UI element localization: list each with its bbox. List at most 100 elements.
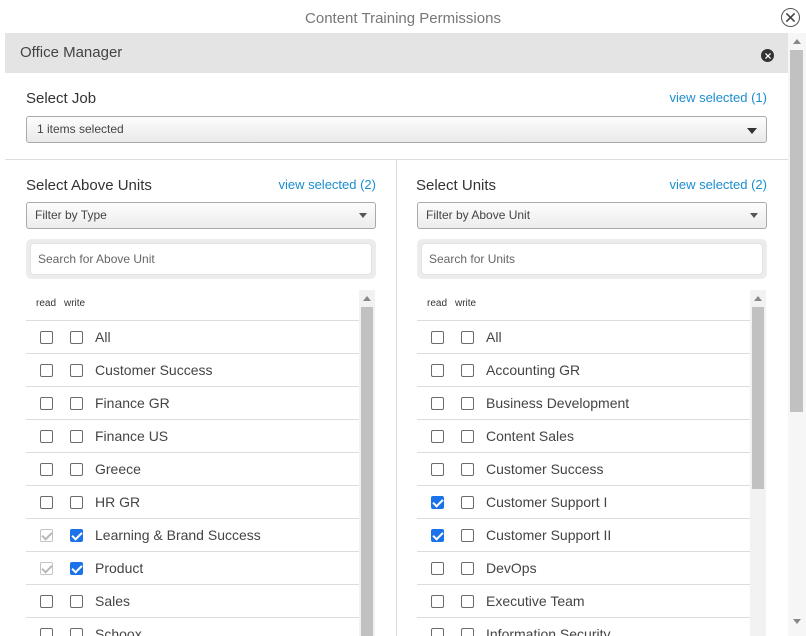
write-checkbox[interactable] — [461, 529, 474, 542]
write-checkbox[interactable] — [461, 496, 474, 509]
caret-down-icon — [750, 213, 758, 218]
above-units-view-selected-link[interactable]: view selected (2) — [230, 177, 376, 192]
write-checkbox[interactable] — [461, 628, 474, 636]
job-select-value: 1 items selected — [37, 122, 124, 136]
units-search-box — [417, 239, 767, 279]
above-units-scrollbar-thumb[interactable] — [361, 307, 373, 636]
list-item: Greece — [26, 452, 359, 485]
write-checkbox[interactable] — [70, 364, 83, 377]
list-item: Accounting GR — [417, 353, 750, 386]
write-checkbox[interactable] — [461, 397, 474, 410]
list-item: Information Security — [417, 617, 750, 636]
list-item: DevOps — [417, 551, 750, 584]
read-checkbox[interactable] — [431, 595, 444, 608]
list-item-label: HR GR — [95, 494, 141, 510]
write-checkbox[interactable] — [461, 595, 474, 608]
list-item: Customer Support II — [417, 518, 750, 551]
units-search-input[interactable] — [421, 243, 763, 275]
write-checkbox[interactable] — [461, 430, 474, 443]
panel-close-button[interactable] — [761, 49, 774, 62]
read-checkbox[interactable] — [40, 463, 53, 476]
select-above-units-label: Select Above Units — [26, 177, 152, 194]
units-list: All Accounting GR Business Development Cont… — [417, 320, 750, 636]
read-checkbox[interactable] — [431, 331, 444, 344]
read-checkbox[interactable] — [431, 562, 444, 575]
read-checkbox — [40, 562, 53, 575]
write-checkbox[interactable] — [461, 463, 474, 476]
read-checkbox[interactable] — [40, 496, 53, 509]
read-checkbox[interactable] — [40, 364, 53, 377]
read-checkbox[interactable] — [431, 364, 444, 377]
write-checkbox[interactable] — [70, 562, 83, 575]
page-scrollbar[interactable] — [788, 33, 806, 636]
list-item-label: Business Development — [486, 395, 630, 411]
list-item: Schoox — [26, 617, 359, 636]
write-checkbox[interactable] — [70, 529, 83, 542]
write-checkbox[interactable] — [70, 628, 83, 636]
list-item-label: All — [486, 329, 502, 345]
read-checkbox[interactable] — [40, 430, 53, 443]
list-item-label: Executive Team — [486, 593, 585, 609]
filter-value: Filter by Type — [35, 208, 107, 222]
read-checkbox[interactable] — [431, 628, 444, 636]
read-checkbox[interactable] — [431, 430, 444, 443]
read-checkbox[interactable] — [431, 397, 444, 410]
close-icon — [764, 52, 771, 59]
read-checkbox[interactable] — [431, 529, 444, 542]
list-item-label: Greece — [95, 461, 141, 477]
read-checkbox[interactable] — [40, 397, 53, 410]
write-checkbox[interactable] — [461, 331, 474, 344]
read-column-header: read — [36, 298, 57, 309]
write-checkbox[interactable] — [70, 331, 83, 344]
units-list-scrollbar[interactable] — [750, 290, 766, 636]
write-checkbox[interactable] — [70, 496, 83, 509]
job-view-selected-link[interactable]: view selected (1) — [620, 90, 767, 105]
scroll-up-arrow-icon[interactable] — [754, 296, 762, 301]
close-icon — [786, 13, 795, 22]
list-item: Customer Success — [26, 353, 359, 386]
dialog-close-button[interactable] — [781, 8, 800, 27]
scroll-up-arrow-icon[interactable] — [793, 39, 801, 44]
list-item-label: DevOps — [486, 560, 537, 576]
above-units-search-box — [26, 239, 376, 279]
read-checkbox[interactable] — [40, 628, 53, 636]
write-checkbox[interactable] — [70, 430, 83, 443]
job-select[interactable]: 1 items selected — [26, 116, 767, 143]
read-checkbox[interactable] — [40, 595, 53, 608]
read-checkbox[interactable] — [431, 496, 444, 509]
write-checkbox[interactable] — [70, 463, 83, 476]
units-filter-select[interactable]: Filter by Above Unit — [417, 202, 767, 229]
list-item: Product — [26, 551, 359, 584]
write-checkbox[interactable] — [461, 562, 474, 575]
filter-value: Filter by Above Unit — [426, 208, 531, 222]
list-item: Business Development — [417, 386, 750, 419]
caret-down-icon — [747, 128, 757, 134]
panel-header: Office Manager — [5, 33, 788, 73]
list-item-label: All — [95, 329, 111, 345]
list-item: Finance US — [26, 419, 359, 452]
read-checkbox[interactable] — [40, 331, 53, 344]
list-item-label: Finance US — [95, 428, 169, 444]
list-item-label: Learning & Brand Success — [95, 527, 261, 543]
read-checkbox[interactable] — [431, 463, 444, 476]
dialog-title: Content Training Permissions — [305, 10, 501, 27]
list-item: Executive Team — [417, 584, 750, 617]
panel-title: Office Manager — [20, 44, 123, 61]
scroll-up-arrow-icon[interactable] — [363, 296, 371, 301]
units-scrollbar-thumb[interactable] — [752, 307, 764, 489]
list-item-label: Accounting GR — [486, 362, 581, 378]
above-units-list-scrollbar[interactable] — [359, 290, 375, 636]
list-item: All — [26, 320, 359, 353]
list-item-label: Content Sales — [486, 428, 574, 444]
list-item: Content Sales — [417, 419, 750, 452]
units-view-selected-link[interactable]: view selected (2) — [620, 177, 767, 192]
above-units-filter-select[interactable]: Filter by Type — [26, 202, 376, 229]
write-column-header: write — [64, 298, 86, 309]
above-units-list: All Customer Success Finance GR Finance US G… — [26, 320, 359, 636]
page-scrollbar-thumb[interactable] — [790, 50, 803, 412]
write-checkbox[interactable] — [70, 595, 83, 608]
write-checkbox[interactable] — [70, 397, 83, 410]
write-checkbox[interactable] — [461, 364, 474, 377]
above-units-search-input[interactable] — [30, 243, 372, 275]
scroll-down-arrow-icon[interactable] — [793, 619, 801, 624]
